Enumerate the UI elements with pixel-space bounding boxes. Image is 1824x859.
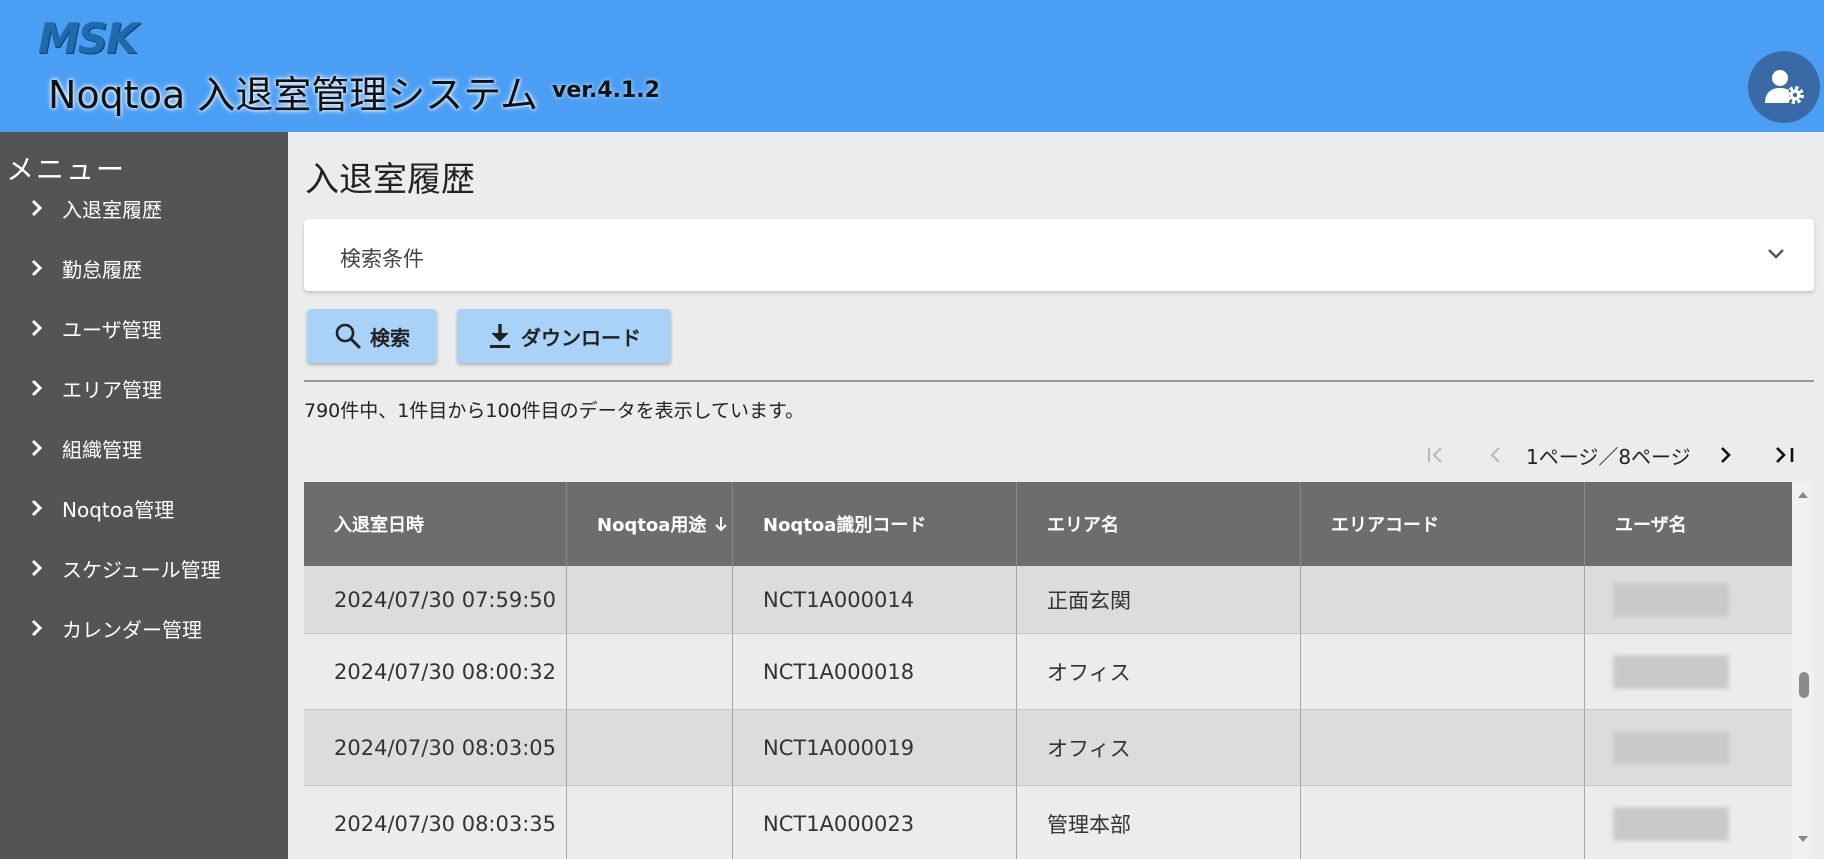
cell-area-name: オフィス <box>1017 634 1301 709</box>
column-header-area-name[interactable]: エリア名 <box>1017 482 1301 566</box>
cell-area-name: 正面玄関 <box>1017 566 1301 633</box>
download-button-label: ダウンロード <box>521 325 641 350</box>
app-version: ver.4.1.2 <box>552 78 660 103</box>
cell-user-name <box>1585 710 1792 785</box>
cell-datetime: 2024/07/30 08:00:32 <box>304 634 567 709</box>
table-scrollbar[interactable] <box>1792 482 1814 859</box>
sort-descending-icon <box>715 517 728 532</box>
column-header-area-code[interactable]: エリアコード <box>1301 482 1585 566</box>
cell-purpose <box>567 786 733 859</box>
download-button[interactable]: ダウンロード <box>457 309 671 363</box>
app-title: Noqtoa 入退室管理システム <box>48 73 539 117</box>
sidebar-item-label: 勤怠履歴 <box>62 257 142 282</box>
chevron-right-icon <box>30 618 52 638</box>
cell-user-name <box>1585 566 1792 633</box>
next-page-button[interactable] <box>1714 438 1738 472</box>
column-header-datetime[interactable]: 入退室日時 <box>304 482 567 566</box>
sidebar-item-label: 組織管理 <box>62 437 142 462</box>
cell-purpose <box>567 634 733 709</box>
cell-area-name: オフィス <box>1017 710 1301 785</box>
sidebar-item-label: スケジュール管理 <box>62 557 221 582</box>
chevron-right-icon <box>30 378 52 398</box>
search-conditions-label: 検索条件 <box>340 247 424 271</box>
sidebar-item-label: カレンダー管理 <box>62 617 202 642</box>
chevron-right-icon <box>30 558 52 578</box>
last-page-icon <box>1776 447 1794 463</box>
download-icon <box>490 324 510 348</box>
cell-datetime: 2024/07/30 07:59:50 <box>304 566 567 633</box>
first-page-button[interactable] <box>1422 438 1450 472</box>
sidebar-item-calendar-management[interactable]: カレンダー管理 <box>0 598 288 658</box>
cell-purpose <box>567 710 733 785</box>
cell-datetime: 2024/07/30 08:03:05 <box>304 710 567 785</box>
sidebar-item-label: ユーザ管理 <box>62 317 162 342</box>
cell-area-name: 管理本部 <box>1017 786 1301 859</box>
search-button-label: 検索 <box>370 325 410 350</box>
user-settings-button[interactable] <box>1748 51 1820 123</box>
scroll-up-icon[interactable] <box>1797 490 1809 500</box>
record-summary: 790件中、1件目から100件目のデータを表示しています。 <box>304 400 805 422</box>
redacted-user-name <box>1613 654 1729 689</box>
app-header: MSK Noqtoa 入退室管理システム ver.4.1.2 <box>0 0 1824 132</box>
sidebar-item-user-management[interactable]: ユーザ管理 <box>0 298 288 358</box>
column-header-purpose[interactable]: Noqtoa用途 <box>567 482 733 566</box>
sidebar: メニュー 入退室履歴 勤怠履歴 ユーザ管理 エリア管理 組織管理 Noqtoa管… <box>0 132 288 859</box>
cell-noqtoa-code: NCT1A000019 <box>733 710 1017 785</box>
column-header-noqtoa-code[interactable]: Noqtoa識別コード <box>733 482 1017 566</box>
table-row[interactable]: 2024/07/30 08:03:35 NCT1A000023 管理本部 <box>304 786 1792 859</box>
cell-purpose <box>567 566 733 633</box>
table-header: 入退室日時 Noqtoa用途 Noqtoa識別コード エリア名 エリアコード ユ… <box>304 482 1792 566</box>
user-gear-icon <box>1765 70 1804 104</box>
cell-noqtoa-code: NCT1A000018 <box>733 634 1017 709</box>
chevron-right-icon <box>30 198 52 218</box>
search-conditions-panel[interactable]: 検索条件 <box>304 219 1814 291</box>
cell-noqtoa-code: NCT1A000014 <box>733 566 1017 633</box>
table-row[interactable]: 2024/07/30 07:59:50 NCT1A000014 正面玄関 <box>304 566 1792 633</box>
redacted-user-name <box>1613 582 1729 617</box>
cell-user-name <box>1585 634 1792 709</box>
prev-page-button[interactable] <box>1482 438 1508 472</box>
table-row[interactable]: 2024/07/30 08:03:05 NCT1A000019 オフィス <box>304 710 1792 785</box>
chevron-right-icon <box>30 318 52 338</box>
chevron-right-icon <box>30 498 52 518</box>
cell-user-name <box>1585 786 1792 859</box>
sidebar-item-area-management[interactable]: エリア管理 <box>0 358 288 418</box>
sidebar-item-attendance-history[interactable]: 勤怠履歴 <box>0 238 288 298</box>
cell-area-code <box>1301 634 1585 709</box>
chevron-right-icon <box>30 438 52 458</box>
search-icon <box>335 323 361 349</box>
last-page-button[interactable] <box>1770 438 1800 472</box>
redacted-user-name <box>1613 730 1729 765</box>
chevron-right-icon <box>1721 447 1731 463</box>
pagination-label: 1ページ／8ページ <box>1526 444 1691 469</box>
redacted-user-name <box>1613 806 1729 841</box>
sidebar-item-label: Noqtoa管理 <box>62 497 175 522</box>
sidebar-item-label: エリア管理 <box>62 377 162 402</box>
sidebar-item-schedule-management[interactable]: スケジュール管理 <box>0 538 288 598</box>
cell-area-code <box>1301 786 1585 859</box>
chevron-right-icon <box>30 258 52 278</box>
sidebar-item-label: 入退室履歴 <box>62 197 162 222</box>
company-logo: MSK <box>38 14 139 63</box>
search-button[interactable]: 検索 <box>307 309 437 363</box>
first-page-icon <box>1427 447 1442 463</box>
cell-noqtoa-code: NCT1A000023 <box>733 786 1017 859</box>
access-history-table: 入退室日時 Noqtoa用途 Noqtoa識別コード エリア名 エリアコード ユ… <box>304 482 1792 859</box>
chevron-left-icon <box>1490 447 1500 463</box>
chevron-down-icon <box>1766 245 1786 264</box>
scroll-down-icon[interactable] <box>1797 834 1809 844</box>
table-row[interactable]: 2024/07/30 08:00:32 NCT1A000018 オフィス <box>304 634 1792 709</box>
cell-datetime: 2024/07/30 08:03:35 <box>304 786 567 859</box>
sidebar-item-access-history[interactable]: 入退室履歴 <box>0 178 288 238</box>
cell-area-code <box>1301 710 1585 785</box>
divider <box>304 380 1814 382</box>
column-header-user-name[interactable]: ユーザ名 <box>1585 482 1792 566</box>
cell-area-code <box>1301 566 1585 633</box>
sidebar-item-noqtoa-management[interactable]: Noqtoa管理 <box>0 478 288 538</box>
scrollbar-thumb[interactable] <box>1799 672 1809 698</box>
sidebar-item-organization-management[interactable]: 組織管理 <box>0 418 288 478</box>
page-title: 入退室履歴 <box>305 160 475 200</box>
